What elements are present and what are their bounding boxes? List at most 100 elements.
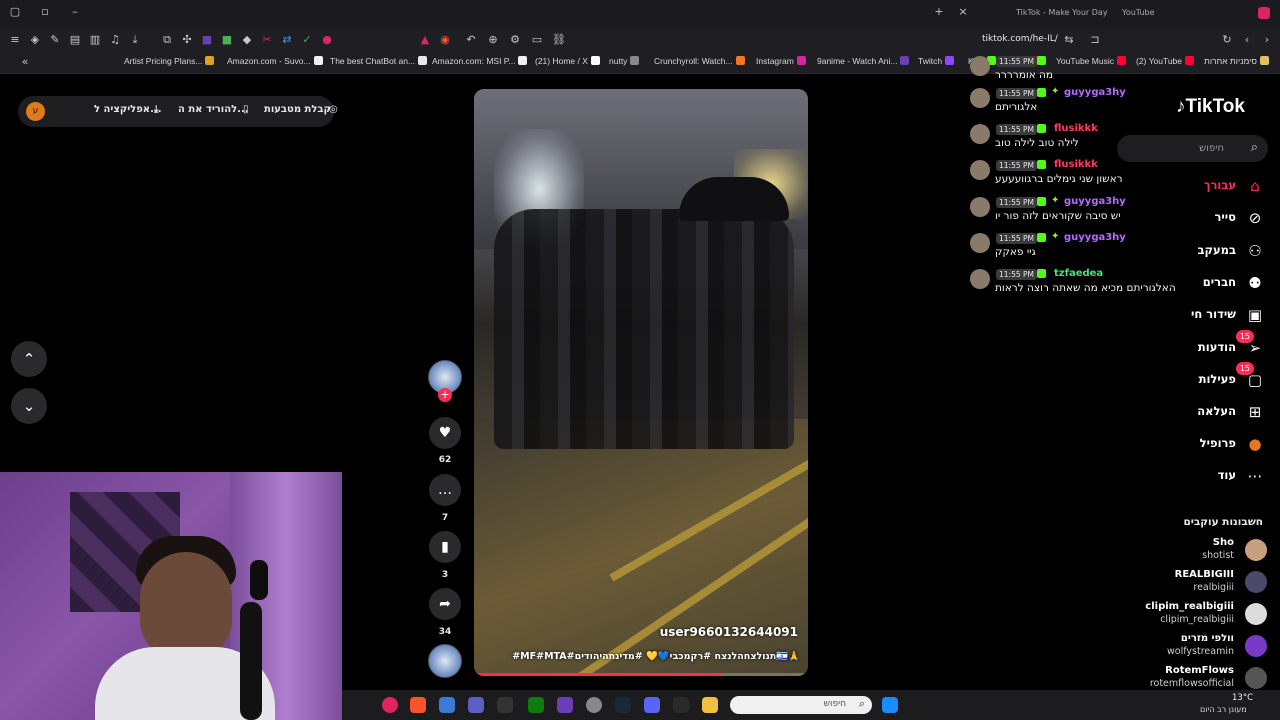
panel-icon[interactable]: ▥ — [88, 33, 102, 47]
back-icon[interactable]: ‹ — [1240, 33, 1254, 47]
discord-taskbar-icon[interactable] — [644, 697, 660, 713]
shield-icon[interactable]: ◈ — [28, 33, 42, 47]
epic-taskbar-icon[interactable] — [673, 697, 689, 713]
close-tab-icon[interactable]: × — [956, 5, 970, 19]
minimize-tab-icon[interactable]: – — [68, 5, 82, 19]
tab-grid-icon[interactable]: ▫ — [38, 5, 52, 19]
share-button[interactable]: ➦ — [429, 588, 461, 620]
obs-taskbar-icon[interactable] — [586, 697, 602, 713]
extension-check-icon[interactable]: ✓ — [300, 33, 314, 47]
bookmark-item[interactable]: nutty — [609, 56, 640, 66]
nav-item[interactable]: חברים ⚉ — [1130, 271, 1268, 295]
music-disc[interactable] — [428, 644, 462, 678]
bookmark-item[interactable]: Twitch — [918, 56, 955, 66]
search-input[interactable]: חיפוש ⌕ — [1117, 135, 1268, 162]
explorer-taskbar-icon[interactable] — [702, 697, 718, 713]
following-account[interactable]: REALBIGIII realbigiii — [1120, 568, 1270, 598]
app-taskbar-icon[interactable] — [439, 697, 455, 713]
reload-icon[interactable]: ↻ — [1220, 33, 1234, 47]
nav-item[interactable]: פרופיל ● — [1130, 432, 1268, 456]
undo-icon[interactable]: ↶ — [464, 33, 478, 47]
next-video-button[interactable]: ⌄ — [11, 388, 47, 424]
extension-red-icon[interactable]: ✂ — [260, 33, 274, 47]
weather-description[interactable]: מעונן רב היום — [1200, 705, 1247, 714]
save-button[interactable]: ▮ — [429, 531, 461, 563]
collapse-icon[interactable]: « — [18, 55, 32, 69]
bookmark-item[interactable]: Instagram — [756, 56, 806, 66]
cast-icon[interactable]: ▭ — [530, 33, 544, 47]
get-app-label[interactable]: אפליקציה ל... — [94, 104, 162, 115]
bookmark-item[interactable]: Crunchyroll: Watch... — [654, 56, 745, 66]
site-settings-icon[interactable]: ⇆ — [1062, 33, 1076, 47]
nav-item[interactable]: עבורך ⌂ — [1130, 174, 1268, 198]
extensions-icon[interactable]: ✣ — [180, 33, 194, 47]
window-icon[interactable]: ▤ — [68, 33, 82, 47]
nav-item[interactable]: עוד ⋯ — [1130, 464, 1268, 488]
music-icon[interactable]: ♫ — [108, 33, 122, 47]
bookmark-icon[interactable]: ⊐ — [1088, 33, 1102, 47]
bookmark-item[interactable]: Amazon.com - Suvo... — [227, 56, 323, 66]
extension-pink-icon[interactable]: ● — [320, 33, 334, 47]
extension-blue-icon[interactable]: ⇄ — [280, 33, 294, 47]
bookmark-item[interactable]: (21) Home / X — [535, 56, 600, 66]
bookmark-item[interactable]: 9anime - Watch Ani... — [817, 56, 910, 66]
following-account[interactable]: וולפי מזרים wolfystreamin — [1120, 632, 1270, 662]
extension-diamond-icon[interactable]: ◆ — [240, 33, 254, 47]
nav-item[interactable]: במעקב ⚇ — [1130, 239, 1268, 263]
bookmark-item[interactable]: Artist Pricing Plans... — [124, 56, 215, 66]
nav-label: פעילות — [1198, 372, 1236, 386]
following-account[interactable]: Sho shotist — [1120, 536, 1270, 566]
nav-label: במעקב — [1197, 243, 1236, 257]
extension-green-icon[interactable]: ■ — [220, 33, 234, 47]
link-icon[interactable]: ⛓ — [552, 33, 566, 47]
xbox-taskbar-icon[interactable] — [528, 697, 544, 713]
nav-item[interactable]: סייר ⊘ — [1130, 206, 1268, 230]
brave-shield-icon[interactable]: ◉ — [438, 33, 452, 47]
like-button[interactable]: ♥ — [429, 417, 461, 449]
brave-taskbar-icon[interactable] — [410, 697, 426, 713]
follow-button[interactable]: + — [438, 388, 452, 402]
sidebar-toggle-icon[interactable]: ▢ — [8, 5, 22, 19]
app2-taskbar-icon[interactable] — [557, 697, 573, 713]
steam-taskbar-icon[interactable] — [615, 697, 631, 713]
weather-temperature[interactable]: 13°C — [1232, 693, 1253, 703]
taskbar-search-input[interactable]: חיפוש ⌕ — [730, 696, 872, 714]
screenshot-icon[interactable]: ⧉ — [160, 33, 174, 47]
get-app-banner[interactable]: ע אפליקציה ל... ⤓ להוריד את ה... ▯ קבלת … — [18, 96, 338, 127]
start-icon[interactable] — [882, 697, 898, 713]
download-icon[interactable]: ⤓ — [128, 33, 142, 47]
extension-icon[interactable] — [1258, 7, 1270, 19]
youtube-taskbar-icon[interactable] — [382, 697, 398, 713]
video-player[interactable]: user9660132644091 #MF#MTA#תנולצחהלנצח #ר… — [474, 89, 808, 676]
video-username[interactable]: user9660132644091 — [660, 625, 798, 639]
address-bar[interactable]: tiktok.com/he-IL/ — [982, 34, 1058, 44]
download-app-label[interactable]: להוריד את ה... — [178, 104, 249, 115]
get-coins-label[interactable]: קבלת מטבעות — [264, 104, 331, 115]
nav-item[interactable]: פעילות ▢ 15 — [1130, 362, 1268, 392]
nav-item[interactable]: הודעות ➢ 15 — [1130, 330, 1268, 360]
new-tab-icon[interactable]: + — [932, 5, 946, 19]
previous-video-button[interactable]: ⌃ — [11, 341, 47, 377]
tiktok-logo[interactable]: ♪TikTok — [1176, 96, 1245, 118]
forward-icon[interactable]: › — [1260, 33, 1274, 47]
alert-icon[interactable]: ▲ — [418, 33, 432, 47]
zoom-icon[interactable]: ⊕ — [486, 33, 500, 47]
search-icon[interactable]: ⌕ — [1251, 140, 1258, 155]
extension-purple-icon[interactable]: ■ — [200, 33, 214, 47]
tab-tiktok[interactable]: TikTok - Make Your Day — [1016, 8, 1108, 17]
menu-icon[interactable]: ≡ — [8, 33, 22, 47]
video-caption[interactable]: #MF#MTA#תנולצחהלנצח #רקמכבי💙💛 #מדינתהיהו… — [512, 651, 800, 662]
teams-taskbar-icon[interactable] — [468, 697, 484, 713]
pen-icon[interactable]: ✎ — [48, 33, 62, 47]
comment-button[interactable]: … — [429, 474, 461, 506]
id-taskbar-icon[interactable] — [497, 697, 513, 713]
tools-icon[interactable]: ⚙ — [508, 33, 522, 47]
tab-youtube[interactable]: YouTube — [1122, 8, 1155, 17]
nav-item[interactable]: שידור חי ▣ — [1130, 303, 1268, 327]
chat-username: guyyga3hy — [1064, 87, 1126, 98]
following-account[interactable]: clipim_realbigiii clipim_realbigiii — [1120, 600, 1270, 630]
bookmark-item[interactable]: Amazon.com: MSI P... — [432, 56, 528, 66]
nav-item[interactable]: העלאה ⊞ — [1130, 400, 1268, 424]
bookmark-item[interactable]: The best ChatBot an... — [330, 56, 428, 66]
avatar[interactable]: ע — [26, 102, 45, 121]
